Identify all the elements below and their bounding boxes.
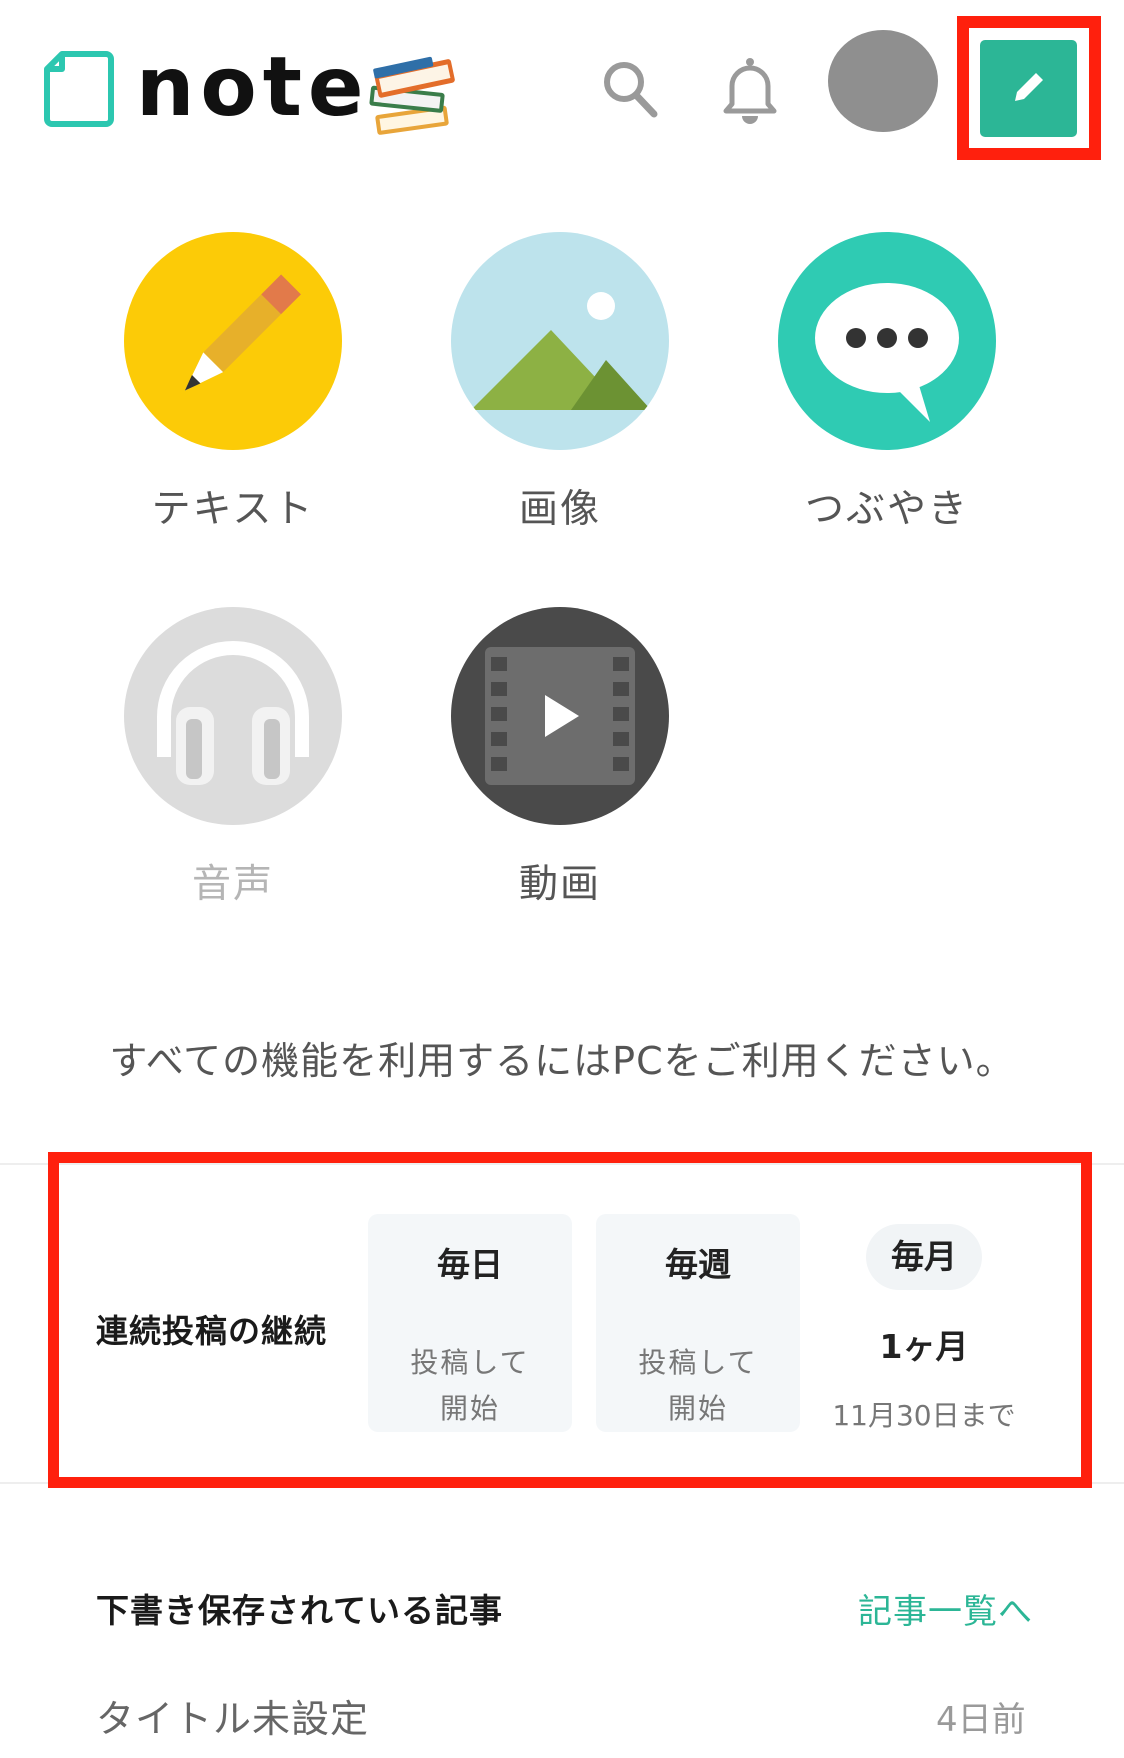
video-icon bbox=[451, 607, 669, 825]
image-icon bbox=[451, 232, 669, 450]
bell-icon[interactable] bbox=[722, 56, 778, 124]
create-image-button[interactable]: 画像 bbox=[445, 232, 675, 534]
create-text-label: テキスト bbox=[151, 487, 315, 532]
streak-title: 連続投稿の継続 bbox=[96, 1312, 328, 1350]
create-audio-button: 音声 bbox=[118, 607, 348, 909]
note-logo-icon[interactable] bbox=[44, 51, 114, 127]
streak-monthly-deadline: 11月30日まで bbox=[832, 1399, 1016, 1432]
article-list-link[interactable]: 記事一覧へ bbox=[858, 1584, 1033, 1633]
streak-weekly-card[interactable]: 毎週 投稿して 開始 bbox=[596, 1214, 800, 1432]
streak-monthly-value: 1ヶ月 bbox=[879, 1327, 969, 1366]
create-video-label: 動画 bbox=[518, 862, 601, 907]
draft-item-title[interactable]: タイトル未設定 bbox=[96, 1688, 369, 1743]
streak-daily-label: 毎日 bbox=[437, 1245, 503, 1284]
pencil-icon bbox=[124, 232, 342, 450]
streak-weekly-status: 投稿して 開始 bbox=[638, 1346, 758, 1425]
create-text-button[interactable]: テキスト bbox=[118, 232, 348, 534]
streak-daily-card[interactable]: 毎日 投稿して 開始 bbox=[368, 1214, 572, 1432]
draft-item-time: 4日前 bbox=[936, 1700, 1026, 1740]
streak-monthly-label: 毎月 bbox=[866, 1224, 982, 1290]
streak-daily-status: 投稿して 開始 bbox=[410, 1346, 530, 1425]
create-tsubuyaki-label: つぶやき bbox=[804, 487, 969, 532]
drafts-heading: 下書き保存されている記事 bbox=[96, 1591, 504, 1630]
pc-notice: すべての機能を利用するにはPCをご利用ください。 bbox=[109, 1039, 1015, 1083]
avatar[interactable] bbox=[828, 30, 938, 132]
pencil-icon bbox=[1009, 67, 1049, 111]
logo-text[interactable]: note bbox=[136, 38, 370, 138]
create-audio-label: 音声 bbox=[191, 862, 274, 907]
streak-weekly-label: 毎週 bbox=[665, 1245, 731, 1284]
streak-monthly-card[interactable]: 毎月 1ヶ月 11月30日まで bbox=[822, 1214, 1026, 1432]
create-image-label: 画像 bbox=[518, 487, 601, 532]
headphones-icon bbox=[124, 607, 342, 825]
create-video-button[interactable]: 動画 bbox=[445, 607, 675, 909]
search-icon[interactable] bbox=[600, 58, 660, 122]
speech-bubble-icon bbox=[778, 232, 996, 450]
books-icon bbox=[366, 40, 462, 138]
post-button[interactable] bbox=[980, 40, 1077, 137]
create-tsubuyaki-button[interactable]: つぶやき bbox=[772, 232, 1002, 534]
